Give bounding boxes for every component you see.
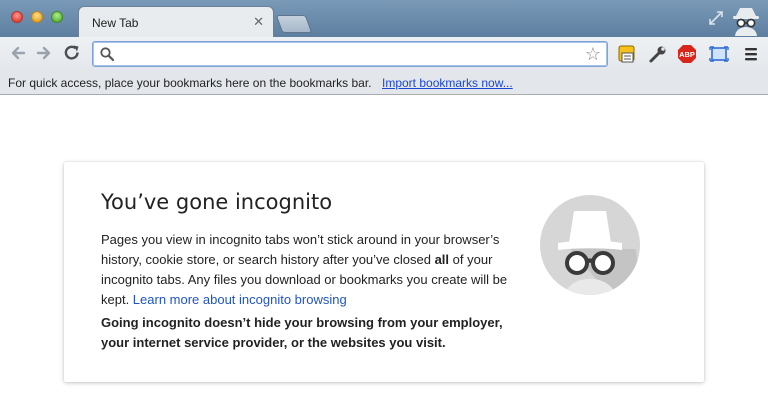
- adblock-label: ABP: [679, 50, 695, 59]
- tab-title: New Tab: [92, 16, 139, 30]
- address-input[interactable]: [119, 45, 577, 65]
- forward-arrow-icon[interactable]: [34, 43, 54, 63]
- menu-icon[interactable]: [741, 44, 761, 64]
- bookmark-star-icon[interactable]: ☆: [585, 44, 601, 64]
- tab-close-icon[interactable]: ✕: [253, 14, 264, 30]
- learn-more-link[interactable]: Learn more about incognito browsing: [133, 292, 347, 307]
- screenshot-extension-icon[interactable]: [709, 44, 729, 64]
- description-bold-all: all: [434, 252, 450, 267]
- browser-toolbar: ☆ ABP: [0, 37, 768, 71]
- incognito-description: Pages you view in incognito tabs won’t s…: [101, 230, 513, 310]
- window-minimize-button[interactable]: [31, 11, 43, 23]
- adblock-plus-icon[interactable]: ABP: [677, 44, 697, 64]
- fullscreen-resize-icon[interactable]: [707, 9, 725, 27]
- rss-extension-icon[interactable]: [617, 44, 637, 64]
- incognito-spy-icon: [540, 195, 640, 295]
- bookmarks-bar-hint: For quick access, place your bookmarks h…: [8, 76, 372, 90]
- page-title: You’ve gone incognito: [101, 190, 333, 214]
- tab-new-tab[interactable]: New Tab ✕: [78, 6, 274, 37]
- window-close-button[interactable]: [11, 11, 23, 23]
- bookmarks-bar: For quick access, place your bookmarks h…: [0, 71, 768, 95]
- search-icon: [100, 47, 115, 62]
- back-arrow-icon[interactable]: [8, 43, 28, 63]
- wrench-extension-icon[interactable]: [648, 44, 668, 64]
- address-bar[interactable]: ☆: [92, 41, 608, 67]
- window-maximize-button[interactable]: [51, 11, 63, 23]
- incognito-warning: Going incognito doesn’t hide your browsi…: [101, 315, 503, 350]
- reload-icon[interactable]: [62, 43, 82, 63]
- window-titlebar: New Tab ✕: [0, 0, 768, 37]
- incognito-card: You’ve gone incognito Pages you view in …: [64, 162, 704, 382]
- incognito-badge-icon: [733, 8, 759, 36]
- new-tab-button[interactable]: [275, 15, 313, 33]
- import-bookmarks-link[interactable]: Import bookmarks now...: [382, 76, 513, 90]
